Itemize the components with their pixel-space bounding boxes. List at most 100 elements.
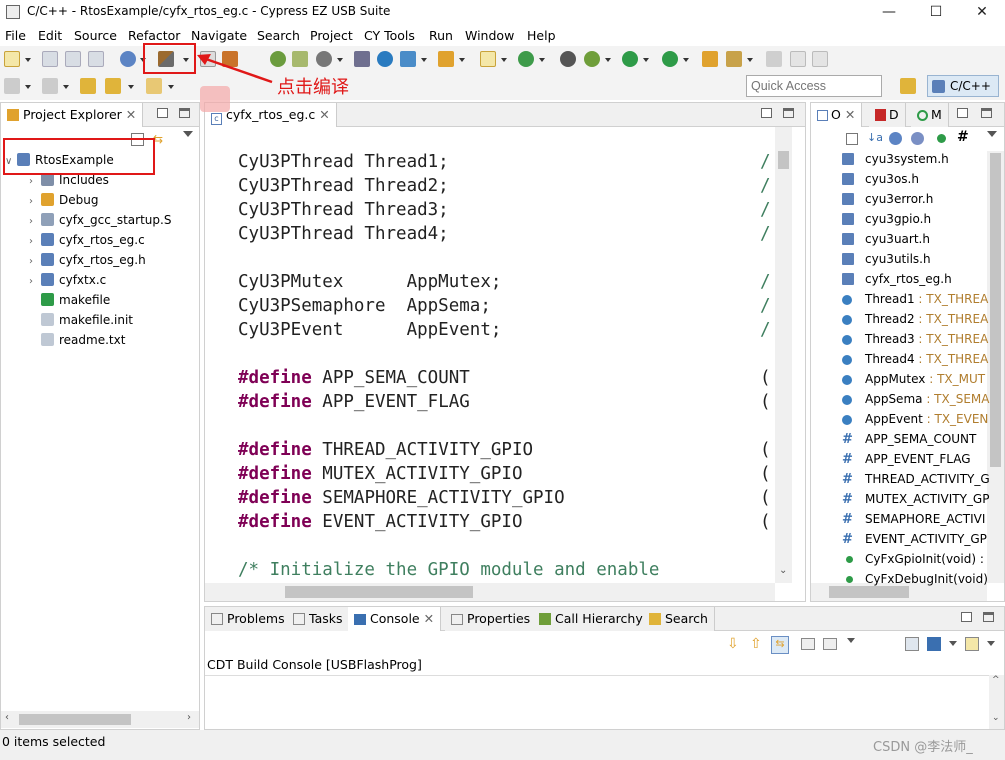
bug-icon[interactable] [584,51,600,67]
code-line[interactable]: #define MUTEX_ACTIVITY_GPIO [238,464,522,484]
new-file-dropdown-icon[interactable] [501,58,507,62]
scroll-thumb[interactable] [990,153,1001,467]
menu-edit[interactable]: Edit [38,28,62,43]
tree-item[interactable]: › cyfx_rtos_eg.c [29,230,145,250]
scroll-right-icon[interactable]: › [187,712,191,723]
collapse-all-icon[interactable] [846,133,858,145]
code-line[interactable]: CyU3PThread Thread1; [238,152,449,172]
back-edit-dropdown-icon[interactable] [25,85,31,89]
minimize-button[interactable]: — [866,0,912,26]
save-all-icon[interactable] [65,51,81,67]
menu-refactor[interactable]: Refactor [128,28,180,43]
outline-item[interactable]: Thread3 : TX_THREA [842,329,988,349]
collapsed-chevron-icon[interactable]: › [29,232,41,252]
tree-item[interactable]: readme.txt [29,330,125,350]
tab-properties[interactable]: Properties [445,607,538,631]
tab-make[interactable]: M [911,103,949,127]
clear-console-icon[interactable] [801,638,815,650]
code-line[interactable]: CyU3PThread Thread4; [238,224,449,244]
open-console-dropdown-icon[interactable] [987,641,995,646]
external-tools-icon[interactable] [662,51,678,67]
menu-search[interactable]: Search [257,28,300,43]
menu-window[interactable]: Window [465,28,514,43]
outline-item[interactable]: AppSema : TX_SEMA [842,389,989,409]
outline-item[interactable]: # SEMAPHORE_ACTIVI [842,509,985,529]
maximize-button[interactable]: ☐ [913,0,959,26]
display-console-icon[interactable] [927,637,941,651]
close-icon[interactable]: ✕ [845,107,855,122]
scroll-down-icon[interactable]: ⌄ [992,713,1000,723]
tab-doc[interactable]: D [869,103,906,127]
code-line[interactable]: /* Initialize the GPIO module and enable [238,560,659,580]
pen-dropdown-icon[interactable] [747,58,753,62]
maximize-view-icon[interactable] [783,108,794,118]
outline-item[interactable]: Thread1 : TX_THREA [842,289,988,309]
editor-horizontal-scrollbar[interactable] [205,583,775,601]
tab-console[interactable]: Console ✕ [348,607,442,631]
pen-icon[interactable] [726,51,742,67]
forward-icon[interactable] [146,78,162,94]
save-icon[interactable] [42,51,58,67]
view-menu-icon[interactable] [987,131,997,137]
code-line[interactable]: CyU3PThread Thread3; [238,200,449,220]
link-console-icon[interactable]: ⇆ [771,636,789,654]
explorer-horizontal-scrollbar[interactable]: ‹ › [1,711,199,728]
run-dropdown-icon[interactable] [643,58,649,62]
tab-call-hierarchy[interactable]: Call Hierarchy [533,607,650,631]
scroll-down-icon[interactable]: ⌄ [779,565,787,576]
outline-item[interactable]: # APP_SEMA_COUNT [842,429,976,449]
forward-dropdown-icon[interactable] [168,85,174,89]
collapsed-chevron-icon[interactable]: › [29,192,41,212]
code-line[interactable]: CyU3PMutex AppMutex; [238,272,501,292]
outline-item[interactable]: cyu3system.h [842,149,949,169]
close-button[interactable]: ✕ [959,0,1005,26]
quick-access-input[interactable] [746,75,882,97]
code-line[interactable]: CyU3PEvent AppEvent; [238,320,501,340]
outline-item[interactable]: CyFxDebugInit(void) [842,569,988,589]
sort-icon[interactable]: ↓a [867,131,883,144]
outline-item[interactable]: cyu3gpio.h [842,209,931,229]
outline-item[interactable]: cyu3utils.h [842,249,931,269]
minimize-view-icon[interactable] [961,612,972,622]
folder-open-icon[interactable] [438,51,454,67]
back-dropdown-icon[interactable] [128,85,134,89]
close-icon[interactable]: ✕ [126,107,136,122]
tab-project-explorer[interactable]: Project Explorer ✕ [1,103,144,127]
word-wrap-dropdown-icon[interactable] [847,638,855,643]
skip-icon[interactable] [560,51,576,67]
menu-help[interactable]: Help [527,28,556,43]
minimize-view-icon[interactable] [761,108,772,118]
scroll-lock-up-icon[interactable]: ⇧ [750,636,762,652]
open-console-icon[interactable] [965,637,979,651]
fpga-icon[interactable] [354,51,370,67]
collapsed-chevron-icon[interactable]: › [29,172,41,192]
next-annotation-icon[interactable] [42,78,58,94]
outline-item[interactable]: # APP_EVENT_FLAG [842,449,971,469]
scroll-up-icon[interactable]: ^ [992,675,1000,685]
print-icon[interactable] [88,51,104,67]
tab-tasks[interactable]: Tasks [287,607,350,631]
hide-fields-icon[interactable] [889,132,902,145]
folder-dropdown-icon[interactable] [459,58,465,62]
maximize-view-icon[interactable] [983,612,994,622]
tree-item[interactable]: makefile [29,290,110,310]
tree-item[interactable]: › cyfxtx.c [29,270,106,290]
back-icon[interactable] [105,78,121,94]
code-line[interactable]: CyU3PThread Thread2; [238,176,449,196]
outline-item[interactable]: CyFxGpioInit(void) : [842,549,984,569]
collapsed-chevron-icon[interactable]: › [29,212,41,232]
code-line[interactable]: #define THREAD_ACTIVITY_GPIO [238,440,533,460]
view-menu-icon[interactable] [183,131,193,137]
next-annotation-dropdown-icon[interactable] [63,85,69,89]
editor-vertical-scrollbar[interactable]: ⌄ [775,127,792,583]
maximize-view-icon[interactable] [179,108,190,118]
outline-item[interactable]: # EVENT_ACTIVITY_GP [842,529,987,549]
word-wrap-icon[interactable] [823,638,837,650]
perspective-cpp-button[interactable]: C/C++ [927,75,999,97]
paragraph-icon[interactable] [812,51,828,67]
scroll-lock-down-icon[interactable]: ⇩ [727,636,739,652]
new-icon[interactable] [4,51,20,67]
hide-static-icon[interactable] [911,132,924,145]
maximize-view-icon[interactable] [981,108,992,118]
outline-item[interactable]: Thread4 : TX_THREA [842,349,988,369]
